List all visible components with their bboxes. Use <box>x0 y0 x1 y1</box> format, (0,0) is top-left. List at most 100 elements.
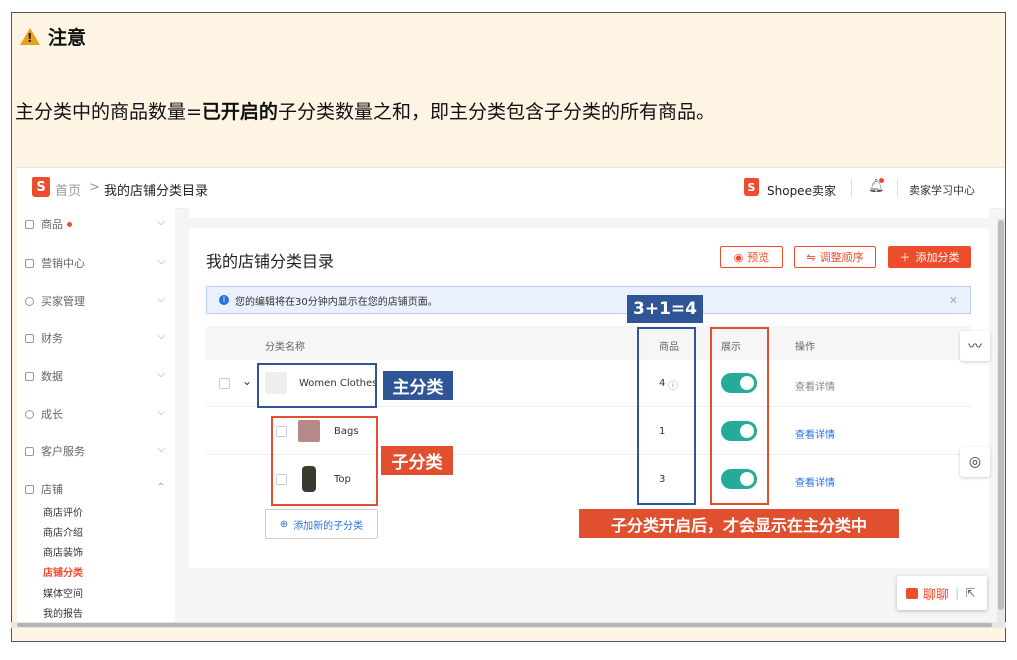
sidebar-item-customer-service[interactable]: 客户服务 ⌵ <box>25 441 165 461</box>
sidebar: 商品 ⌵ 营销中心 ⌵ 买家管理 ⌵ 财务 ⌵ 数据 ⌵ 成长 ⌵ 客户服务 ⌵ 店铺 ⌃ 商店… <box>17 208 175 628</box>
sidebar-item-label: 店铺 <box>41 483 63 496</box>
sidebar-item-products[interactable]: 商品 ⌵ <box>25 214 165 234</box>
sidebar-sub-media[interactable]: 媒体空间 <box>43 585 83 600</box>
store-icon <box>25 484 34 494</box>
info-text: 您的编辑将在30分钟内显示在您的店铺页面。 <box>235 296 438 308</box>
vertical-scrollbar[interactable] <box>997 218 1005 628</box>
warning-icon: ! <box>20 28 40 45</box>
badge-dot <box>67 221 72 227</box>
sidebar-item-data[interactable]: 数据 ⌵ <box>25 366 165 386</box>
scroll-thumb[interactable] <box>17 623 992 627</box>
brand-label[interactable]: Shopee卖家 <box>767 182 836 199</box>
heartbeat-icon[interactable]: 〰 <box>960 331 990 361</box>
close-icon[interactable]: ✕ <box>949 294 958 307</box>
growth-icon <box>25 409 34 419</box>
page-title: 我的店铺分类目录 <box>206 252 335 271</box>
sidebar-sub-categories[interactable]: 店铺分类 <box>43 564 83 579</box>
shopee-logo-icon[interactable]: S <box>32 177 50 197</box>
table-header: 分类名称 商品 展示 操作 <box>206 326 971 360</box>
divider <box>897 179 898 197</box>
chevron-up-icon: ⌃ <box>156 482 165 493</box>
plus-icon: ＋ <box>899 251 911 264</box>
chat-label: 聊聊 <box>923 587 950 603</box>
swap-icon: ⇋ <box>806 250 816 264</box>
view-details-link[interactable]: 查看详情 <box>795 474 835 489</box>
wallet-icon <box>25 333 34 343</box>
plus-circle-icon: ⊕ <box>279 518 289 530</box>
sidebar-item-finance[interactable]: 财务 ⌵ <box>25 328 165 348</box>
info-banner: i 您的编辑将在30分钟内显示在您的店铺页面。 ✕ <box>206 286 971 314</box>
chart-icon <box>25 371 34 381</box>
chevron-down-icon: ⌵ <box>157 407 165 418</box>
sidebar-item-buyers[interactable]: 买家管理 ⌵ <box>25 291 165 311</box>
divider: | <box>955 585 960 601</box>
sidebar-item-label: 买家管理 <box>41 295 85 308</box>
main-category-tag: 主分类 <box>383 371 453 400</box>
note-title: ! 注意 <box>20 23 86 50</box>
horizontal-scrollbar[interactable] <box>11 622 1006 628</box>
note-text-bold: 已开启的 <box>201 101 278 123</box>
learning-center-link[interactable]: 卖家学习中心 <box>909 182 975 198</box>
view-details-link[interactable]: 查看详情 <box>795 426 835 441</box>
sidebar-item-label: 成长 <box>41 408 63 421</box>
sidebar-item-label: 商品 <box>41 218 63 231</box>
sidebar-item-growth[interactable]: 成长 ⌵ <box>25 404 165 424</box>
row-checkbox[interactable] <box>219 378 230 389</box>
sidebar-sub-decoration[interactable]: 商店装饰 <box>43 544 83 559</box>
sub-category-highlight <box>271 416 378 506</box>
sidebar-item-store[interactable]: 店铺 ⌃ <box>25 479 165 499</box>
note-text-suffix: 子分类数量之和，即主分类包含子分类的所有商品。 <box>277 101 715 123</box>
view-details-link[interactable]: 查看详情 <box>795 378 835 393</box>
minimize-icon[interactable]: ⇱ <box>965 586 975 600</box>
chat-icon <box>25 446 34 456</box>
shopee-brand-icon: S <box>744 178 759 196</box>
reorder-label: 调整顺序 <box>819 251 864 264</box>
user-icon <box>25 296 34 306</box>
preview-button[interactable]: ◉ 预览 <box>720 246 783 268</box>
eye-icon: ◉ <box>733 250 744 264</box>
chevron-down-icon: ⌵ <box>157 256 165 267</box>
chevron-down-icon: ⌵ <box>157 217 165 228</box>
sidebar-item-label: 财务 <box>41 332 63 345</box>
box-icon <box>25 219 34 229</box>
scroll-thumb[interactable] <box>998 220 1004 610</box>
sidebar-sub-intro[interactable]: 商店介绍 <box>43 524 83 539</box>
note-text: 主分类中的商品数量=已开启的子分类数量之和，即主分类包含子分类的所有商品。 <box>15 97 715 124</box>
seller-center-screenshot: S 首页 > 我的店铺分类目录 S Shopee卖家 🔔︎ 卖家学习中心 商品 ⌵… <box>17 167 1005 628</box>
chevron-down-icon: ⌵ <box>157 294 165 305</box>
notification-dot <box>879 178 884 183</box>
chevron-down-icon: ⌵ <box>157 369 165 380</box>
chevron-down-icon[interactable]: ⌄ <box>242 374 252 388</box>
sidebar-sub-reviews[interactable]: 商店评价 <box>43 504 83 519</box>
divider <box>851 179 852 197</box>
header-name: 分类名称 <box>265 342 305 353</box>
breadcrumb-current: 我的店铺分类目录 <box>104 184 209 199</box>
sub-category-tag: 子分类 <box>381 446 453 475</box>
sidebar-item-label: 营销中心 <box>41 257 85 270</box>
main-category-highlight <box>257 363 377 408</box>
breadcrumb-home[interactable]: 首页 <box>55 180 81 199</box>
card-strip <box>189 208 989 218</box>
chevron-down-icon: ⌵ <box>157 444 165 455</box>
add-subcategory-label: 添加新的子分类 <box>293 520 364 532</box>
note-title-text: 注意 <box>48 27 87 49</box>
chat-button[interactable]: 聊聊 | ⇱ <box>897 576 987 610</box>
add-category-button[interactable]: ＋ 添加分类 <box>888 246 971 268</box>
note-tag: 子分类开启后，才会显示在主分类中 <box>579 509 899 538</box>
info-icon: i <box>219 295 229 305</box>
add-category-label: 添加分类 <box>915 251 960 264</box>
preview-label: 预览 <box>747 251 770 264</box>
sidebar-sub-report[interactable]: 我的报告 <box>43 605 83 620</box>
chevron-down-icon: ⌵ <box>157 331 165 342</box>
sidebar-item-label: 客户服务 <box>41 445 85 458</box>
headset-icon[interactable]: ◎ <box>960 447 990 477</box>
reorder-button[interactable]: ⇋ 调整顺序 <box>794 246 876 268</box>
tag-icon <box>25 258 34 268</box>
note-text-prefix: 主分类中的商品数量= <box>15 101 202 123</box>
breadcrumb-separator: > <box>89 180 100 195</box>
count-column-highlight <box>637 327 696 505</box>
header-action: 操作 <box>795 342 815 353</box>
sidebar-item-marketing[interactable]: 营销中心 ⌵ <box>25 253 165 273</box>
display-column-highlight <box>710 327 769 505</box>
add-subcategory-button[interactable]: ⊕ 添加新的子分类 <box>265 509 378 539</box>
